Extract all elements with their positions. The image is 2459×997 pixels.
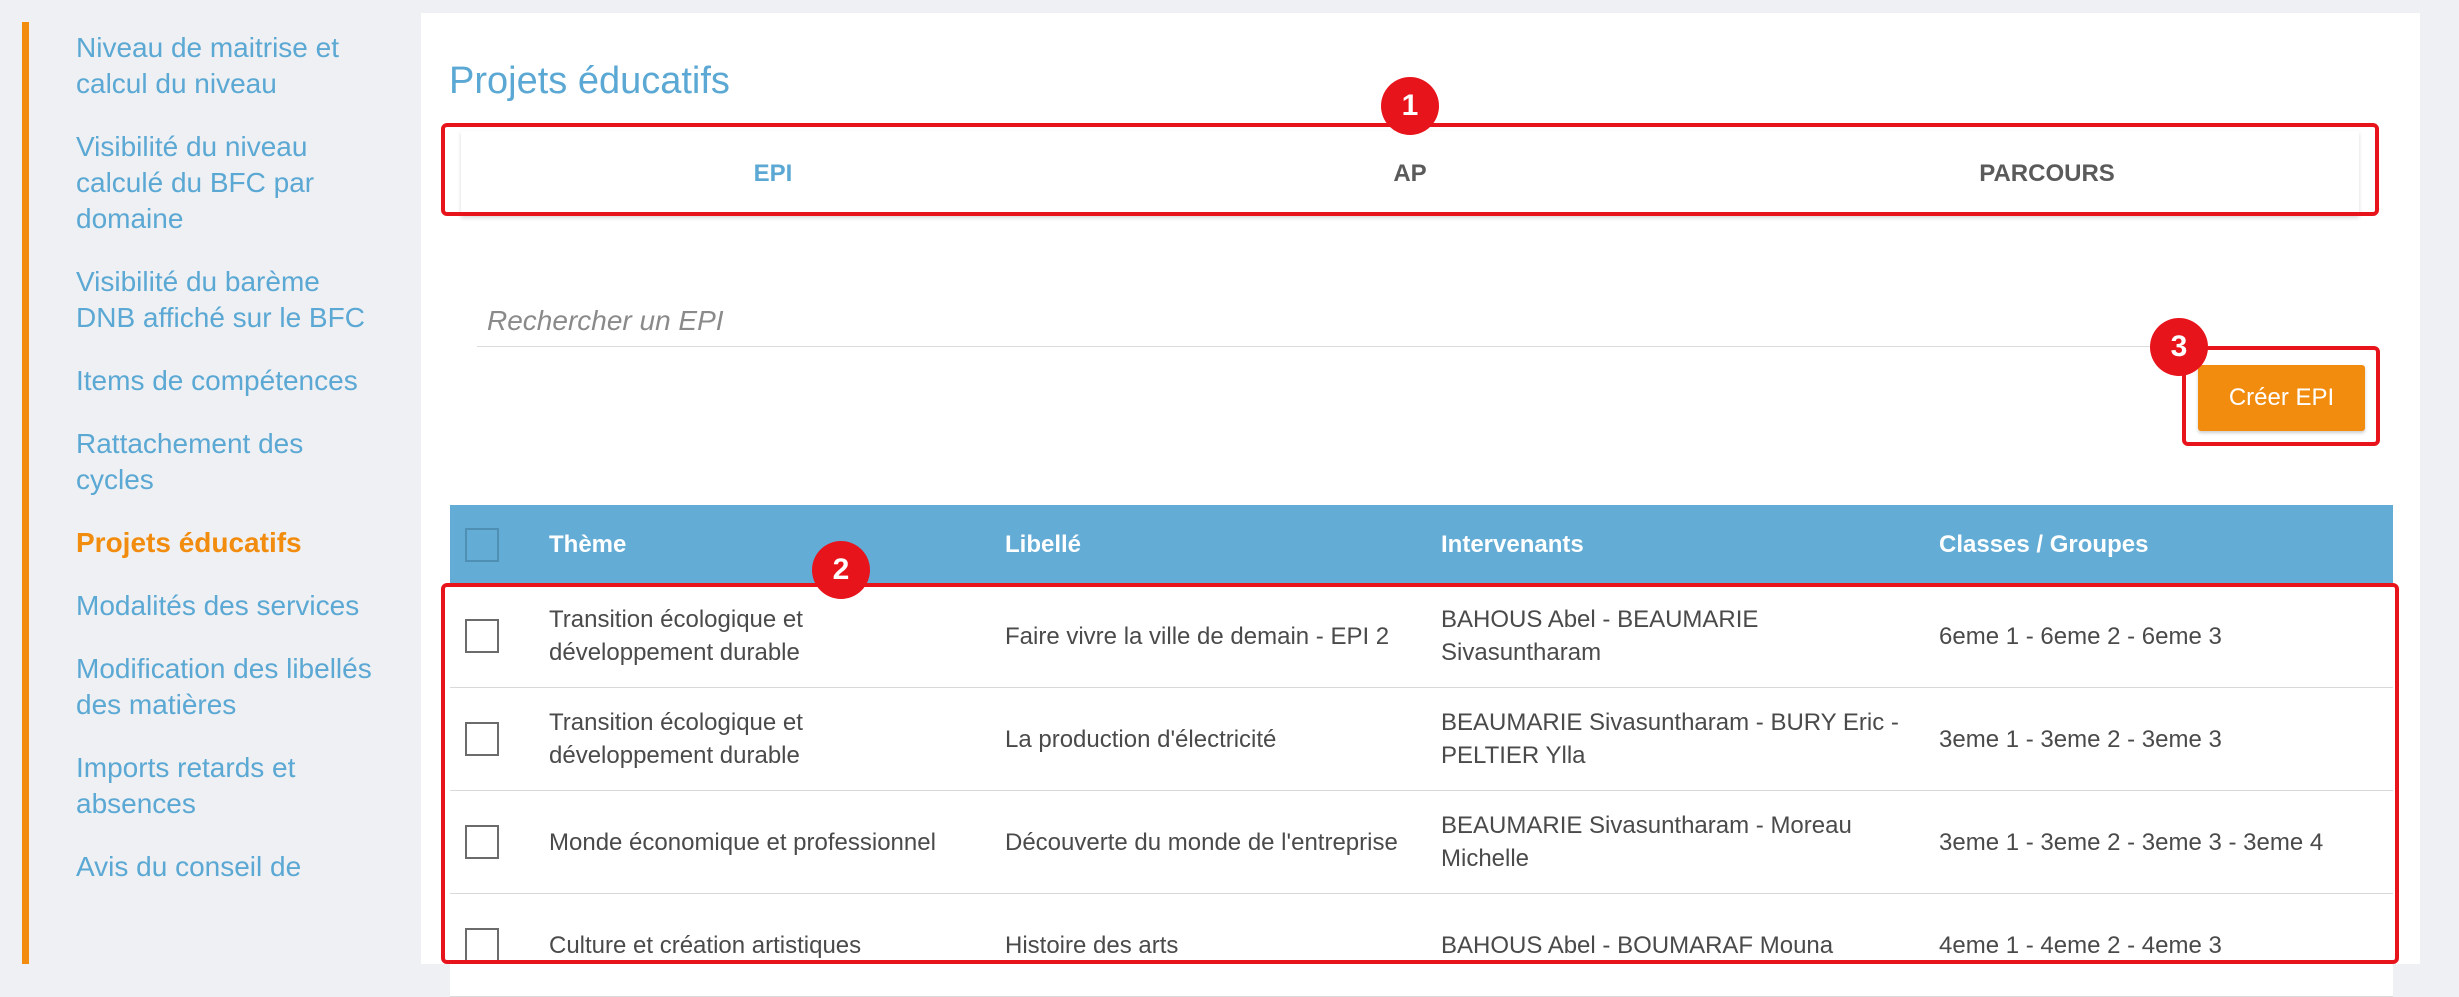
header-libelle[interactable]: Libellé (1005, 505, 1425, 585)
sidebar-item-modification-libelles[interactable]: Modification des libellés des matières (76, 651, 376, 723)
header-theme[interactable]: Thème (549, 505, 969, 585)
table-header: Thème Libellé Intervenants Classes / Gro… (450, 505, 2393, 585)
search-input[interactable] (477, 295, 2321, 347)
header-classes[interactable]: Classes / Groupes (1939, 505, 2379, 585)
sidebar-item-avis-conseil[interactable]: Avis du conseil de (76, 849, 376, 885)
sidebar-item-modalites-services[interactable]: Modalités des services (76, 588, 376, 624)
page-title: Projets éducatifs (449, 60, 730, 102)
sidebar-item-visibilite-bareme[interactable]: Visibilité du barème DNB affiché sur le … (76, 264, 376, 336)
sidebar-item-visibilite-niveau[interactable]: Visibilité du niveau calculé du BFC par … (76, 129, 376, 237)
annotation-box-table (441, 583, 2399, 964)
annotation-badge-3: 3 (2150, 318, 2208, 376)
sidebar-accent-bar (22, 22, 29, 964)
header-intervenants[interactable]: Intervenants (1441, 505, 1911, 585)
annotation-box-tabs (441, 123, 2379, 216)
sidebar-item-niveau-maitrise[interactable]: Niveau de maitrise et calcul du niveau (76, 30, 376, 102)
annotation-box-create (2182, 346, 2380, 446)
sidebar-item-items-competences[interactable]: Items de compétences (76, 363, 376, 399)
sidebar: Niveau de maitrise et calcul du niveau V… (0, 0, 400, 964)
sidebar-item-rattachement-cycles[interactable]: Rattachement des cycles (76, 426, 376, 498)
sidebar-item-projets-educatifs[interactable]: Projets éducatifs (76, 525, 376, 561)
annotation-badge-1: 1 (1381, 77, 1439, 135)
annotation-badge-2: 2 (812, 541, 870, 599)
sidebar-nav: Niveau de maitrise et calcul du niveau V… (76, 30, 376, 912)
sidebar-item-imports-retards[interactable]: Imports retards et absences (76, 750, 376, 822)
select-all-checkbox[interactable] (465, 528, 499, 562)
